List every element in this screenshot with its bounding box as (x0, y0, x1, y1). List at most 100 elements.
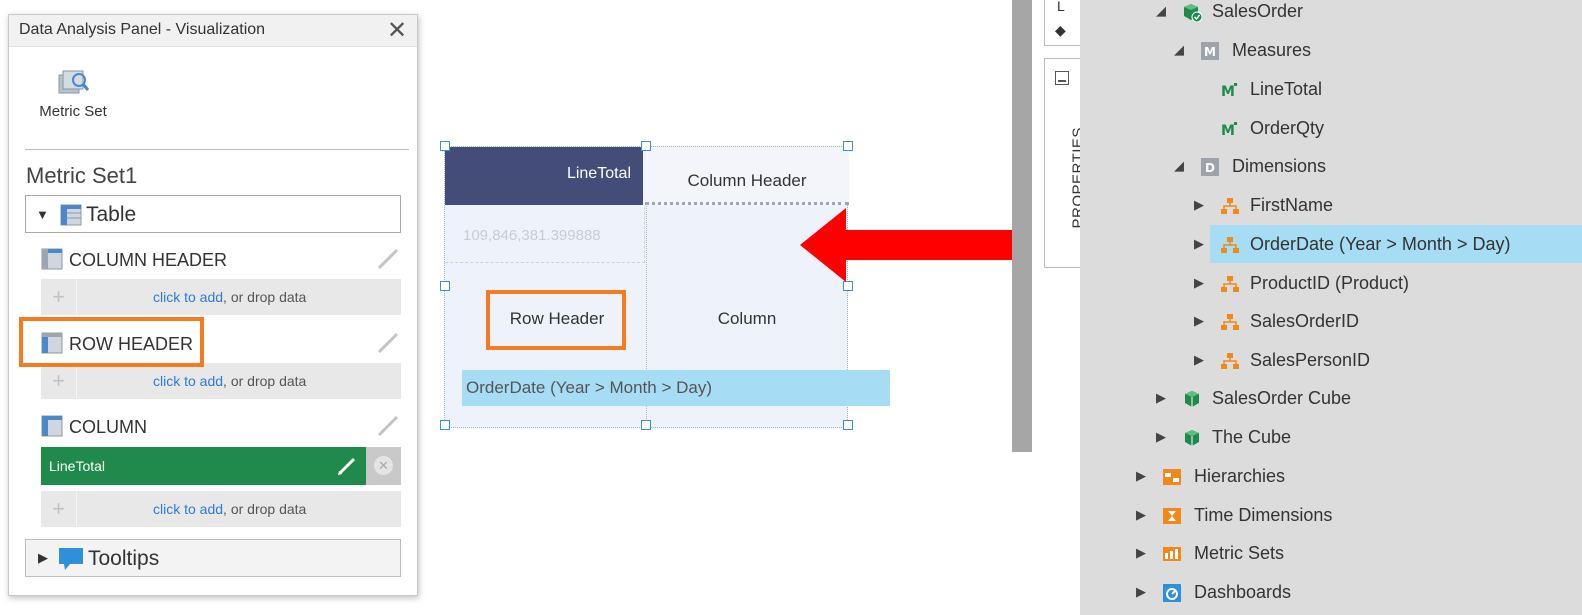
resize-handle[interactable] (440, 281, 450, 291)
cube-icon (1185, 391, 1199, 407)
collapsed-icon[interactable]: ▶ (1194, 313, 1204, 329)
collapsed-icon[interactable]: ▶ (1156, 429, 1166, 445)
click-to-add-link[interactable]: click to add (153, 289, 223, 305)
tree-item-salesorder-cube[interactable]: ▶ SalesOrder Cube (1080, 381, 1582, 417)
tree-item-salesorderid[interactable]: ▶ SalesOrderID (1080, 304, 1582, 340)
tree-item-the-cube[interactable]: ▶ The Cube (1080, 420, 1582, 456)
preview-column: Column (717, 309, 777, 328)
resize-handle[interactable] (843, 281, 853, 291)
tree-item-dimensions[interactable]: ◢ D Dimensions (1080, 149, 1582, 185)
drop-hint-text: , or drop data (223, 501, 307, 517)
click-to-add-link[interactable]: click to add (153, 501, 223, 517)
tree-item-label: Dashboards (1194, 582, 1292, 602)
preview-linetotal-header: LineTotal (445, 147, 643, 205)
collapsed-icon[interactable]: ▶ (1194, 236, 1204, 252)
tree-item-label: ProductID (Product) (1250, 273, 1410, 293)
splitter-bar[interactable] (1012, 0, 1032, 452)
pencil-icon[interactable] (336, 455, 358, 477)
expanded-icon[interactable]: ◢ (1156, 3, 1166, 19)
caret-right-icon: ▶ (38, 550, 48, 565)
tree-item-orderdate[interactable]: ▶ OrderDate (Year > Month > Day) (1080, 225, 1582, 263)
column-field-linetotal[interactable]: LineTotal (41, 447, 366, 485)
plus-icon[interactable]: + (41, 363, 77, 399)
expanded-icon[interactable]: ◢ (1174, 42, 1184, 58)
click-to-add-link[interactable]: click to add (153, 373, 223, 389)
tree-item-label: SalesOrder (1212, 1, 1304, 21)
metric-set-button[interactable]: Metric Set (25, 67, 121, 127)
tree-item-label: OrderQty (1250, 118, 1325, 138)
hierarchy-icon (1221, 237, 1239, 253)
tooltip-icon (59, 548, 83, 570)
collapsed-icon[interactable]: ▶ (1194, 352, 1204, 368)
dashboards-icon (1163, 584, 1181, 602)
visualization-select[interactable]: ▼ Table (25, 195, 401, 233)
pencil-icon[interactable] (375, 330, 401, 356)
drop-zone-row-header[interactable]: + click to add, or drop data (41, 363, 401, 399)
time-dimensions-icon (1163, 508, 1181, 524)
tree-item-salespersonid[interactable]: ▶ SalesPersonID (1080, 343, 1582, 379)
svg-text:M: M (1221, 123, 1235, 139)
collapsed-icon[interactable]: ▶ (1136, 584, 1146, 600)
highlight-preview-row-header (486, 290, 626, 350)
collapsed-icon[interactable]: ▶ (1194, 275, 1204, 291)
tree-item-dashboards[interactable]: ▶ Dashboards (1080, 575, 1582, 611)
measures-folder-icon: M (1201, 42, 1219, 60)
data-analysis-panel: Data Analysis Panel - Visualization ✕ Me… (8, 14, 418, 596)
tree-item-hierarchies[interactable]: ▶ Hierarchies (1080, 459, 1582, 495)
tree-item-productid[interactable]: ▶ ProductID (Product) (1080, 266, 1582, 302)
resize-handle[interactable] (641, 420, 651, 430)
pencil-icon[interactable] (375, 413, 401, 439)
collapsed-icon[interactable]: ▶ (1194, 197, 1204, 213)
metric-set-icon (58, 70, 90, 94)
drop-hint-text: , or drop data (223, 289, 307, 305)
table-icon (41, 415, 63, 437)
collapsed-icon[interactable]: ▶ (1156, 390, 1166, 406)
tree-item-label: SalesPersonID (1250, 350, 1371, 370)
pencil-icon[interactable] (375, 246, 401, 272)
expanded-icon[interactable]: ◢ (1174, 158, 1184, 174)
svg-text:D: D (1205, 161, 1215, 175)
resize-handle[interactable] (843, 141, 853, 151)
tree-item-linetotal[interactable]: M LineTotal (1080, 72, 1582, 108)
tree-item-metric-sets[interactable]: ▶ Metric Sets (1080, 536, 1582, 572)
drop-hint-text: , or drop data (223, 373, 307, 389)
resize-handle[interactable] (641, 141, 651, 151)
side-tab-letter: L (1057, 0, 1065, 14)
measure-icon: M (1221, 122, 1237, 139)
collapsed-icon[interactable]: ▶ (1136, 468, 1146, 484)
dragged-item[interactable]: OrderDate (Year > Month > Day) (462, 370, 890, 406)
tab-properties[interactable]: PROPERTIES (1044, 58, 1087, 268)
drop-zone-column-header[interactable]: + click to add, or drop data (41, 279, 401, 315)
tooltips-section[interactable]: ▶ Tooltips (25, 539, 401, 577)
side-tab-top[interactable]: L ◆ (1044, 0, 1080, 46)
metric-set-button-label: Metric Set (39, 103, 107, 120)
drop-hint: click to add, or drop data (153, 373, 306, 389)
tree-item-salesorder[interactable]: ◢ SalesOrder (1080, 0, 1582, 30)
divider (25, 149, 409, 150)
close-icon[interactable]: ✕ (385, 17, 409, 45)
tree-item-label: FirstName (1250, 195, 1334, 215)
tree-item-label: Measures (1232, 40, 1312, 60)
visualization-label: Table (86, 203, 137, 226)
resize-handle[interactable] (440, 141, 450, 151)
resize-handle[interactable] (843, 420, 853, 430)
drop-zone-column[interactable]: + click to add, or drop data (41, 491, 401, 527)
preview-column-header: Column Header (645, 147, 849, 205)
tree-item-label: OrderDate (Year > Month > Day) (1250, 234, 1511, 254)
remove-field-button[interactable]: ✕ (366, 447, 401, 485)
preview-value-cell: 109,846,381.399888 (445, 207, 645, 263)
tree-item-time-dimensions[interactable]: ▶ Time Dimensions (1080, 498, 1582, 534)
tree-item-label: SalesOrderID (1250, 311, 1360, 331)
collapsed-icon[interactable]: ▶ (1136, 507, 1146, 523)
plus-icon[interactable]: + (41, 279, 77, 315)
resize-handle[interactable] (440, 420, 450, 430)
tree-item-label: Metric Sets (1194, 543, 1285, 563)
section-label: COLUMN (69, 417, 148, 437)
tree-item-orderqty[interactable]: M OrderQty (1080, 111, 1582, 147)
tree-item-measures[interactable]: ◢ M Measures (1080, 33, 1582, 69)
tree-item-firstname[interactable]: ▶ FirstName (1080, 188, 1582, 224)
collapsed-icon[interactable]: ▶ (1136, 545, 1146, 561)
tree-item-label: SalesOrder Cube (1212, 388, 1352, 408)
hierarchy-icon (1221, 276, 1239, 292)
plus-icon[interactable]: + (41, 491, 77, 527)
